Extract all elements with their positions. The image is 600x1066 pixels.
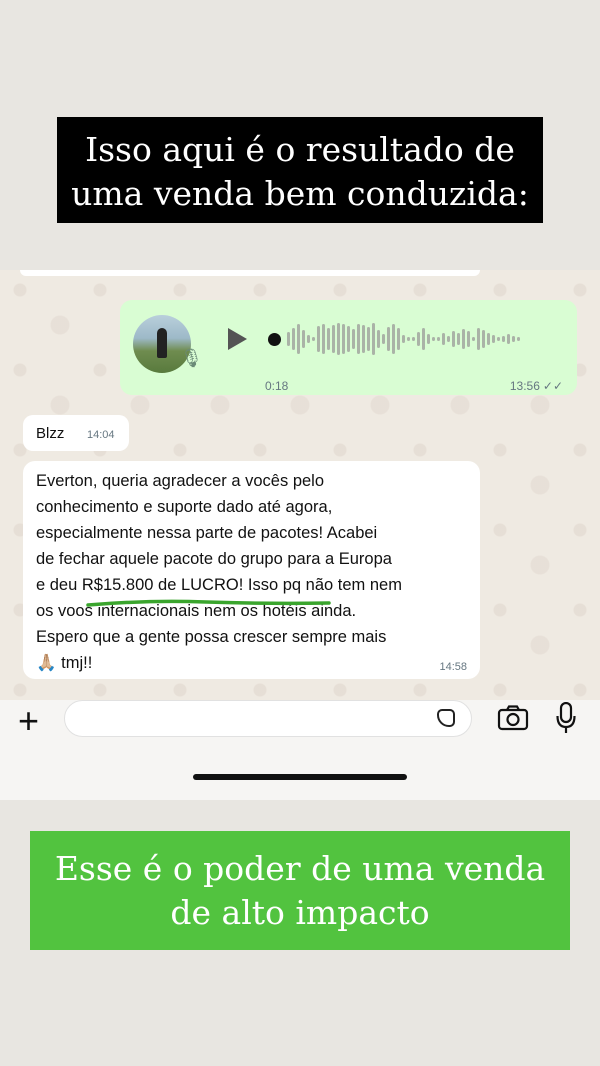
waveform-bar [367,327,370,351]
sticker-icon[interactable] [437,709,455,727]
waveform-bar [342,324,345,354]
waveform-bar [472,337,475,341]
waveform-bar [487,333,490,345]
waveform-bar [382,334,385,344]
waveform-bar [427,334,430,344]
sender-name-time: 14:04 [87,429,115,441]
chat-area: 🎙 0:18 13:56 ✓✓ Blzz 14:04 Everton, queri… [0,270,600,700]
waveform-bar [497,337,500,341]
waveform-bar [322,324,325,354]
waveform-bar [442,333,445,345]
message-input[interactable] [64,700,472,737]
waveform-bar [387,327,390,351]
waveform-bar [417,332,420,346]
waveform-bar [502,336,505,342]
previous-message-clipped [20,270,480,276]
waveform-bar [372,323,375,355]
waveform-bar [412,337,415,341]
waveform-bar [357,324,360,354]
waveform-bar [392,324,395,354]
waveform-bar [447,336,450,342]
waveform-bar [452,331,455,347]
waveform-bar [352,329,355,349]
waveform-bar [407,337,410,341]
read-receipt-icon: ✓✓ [542,379,563,393]
microphone-icon: 🎙 [180,348,203,368]
waveform-bar [332,325,335,353]
waveform-bar [432,337,435,341]
waveform-bar [317,326,320,352]
waveform-bar [477,328,480,350]
waveform-bar [462,329,465,349]
audio-waveform[interactable] [268,321,563,357]
play-icon[interactable] [228,328,247,350]
waveform-bar [302,330,305,348]
message-text: Everton, queria agradecer a vocês pelo c… [36,472,402,672]
sender-name: Blzz [36,425,65,442]
waveform-bar [507,334,510,344]
plus-icon[interactable]: + [18,703,39,739]
waveform-bar [377,330,380,348]
waveform-bar [482,330,485,348]
audio-timestamp: 13:56 ✓✓ [509,379,563,393]
waveform-bar [312,337,315,341]
playback-position-dot[interactable] [268,332,281,346]
waveform-bar [467,331,470,347]
audio-message-bubble[interactable]: 🎙 0:18 13:56 ✓✓ [120,300,577,395]
waveform-bar [307,335,310,343]
waveform-bar [512,336,515,342]
waveform-bar [492,335,495,343]
waveform-bar [422,328,425,350]
waveform-bar [347,326,350,352]
highlight-underline [86,599,331,607]
top-caption: Isso aqui é o resultado de uma venda bem… [57,117,543,223]
waveform-bar [287,332,290,346]
waveform-bar [337,323,340,355]
waveform-bar [327,328,330,350]
bottom-caption: Esse é o poder de uma venda de alto impa… [30,831,570,950]
message-composer: + [0,700,600,800]
waveform-bar [457,333,460,345]
waveform-bar [397,328,400,350]
microphone-icon[interactable] [556,702,576,734]
audio-duration: 0:18 [265,379,289,393]
waveform-bar [517,337,520,341]
waveform-bar [402,335,405,343]
home-indicator[interactable] [193,774,407,780]
waveform-bar [292,328,295,350]
waveform-bar [437,337,440,341]
waveform-bar [362,325,365,353]
text-message-bubble[interactable]: Everton, queria agradecer a vocês pelo c… [23,461,480,679]
sender-name-bubble[interactable]: Blzz 14:04 [23,415,129,451]
message-time: 14:58 [439,661,467,673]
camera-icon[interactable] [497,705,529,731]
waveform-bar [297,324,300,354]
